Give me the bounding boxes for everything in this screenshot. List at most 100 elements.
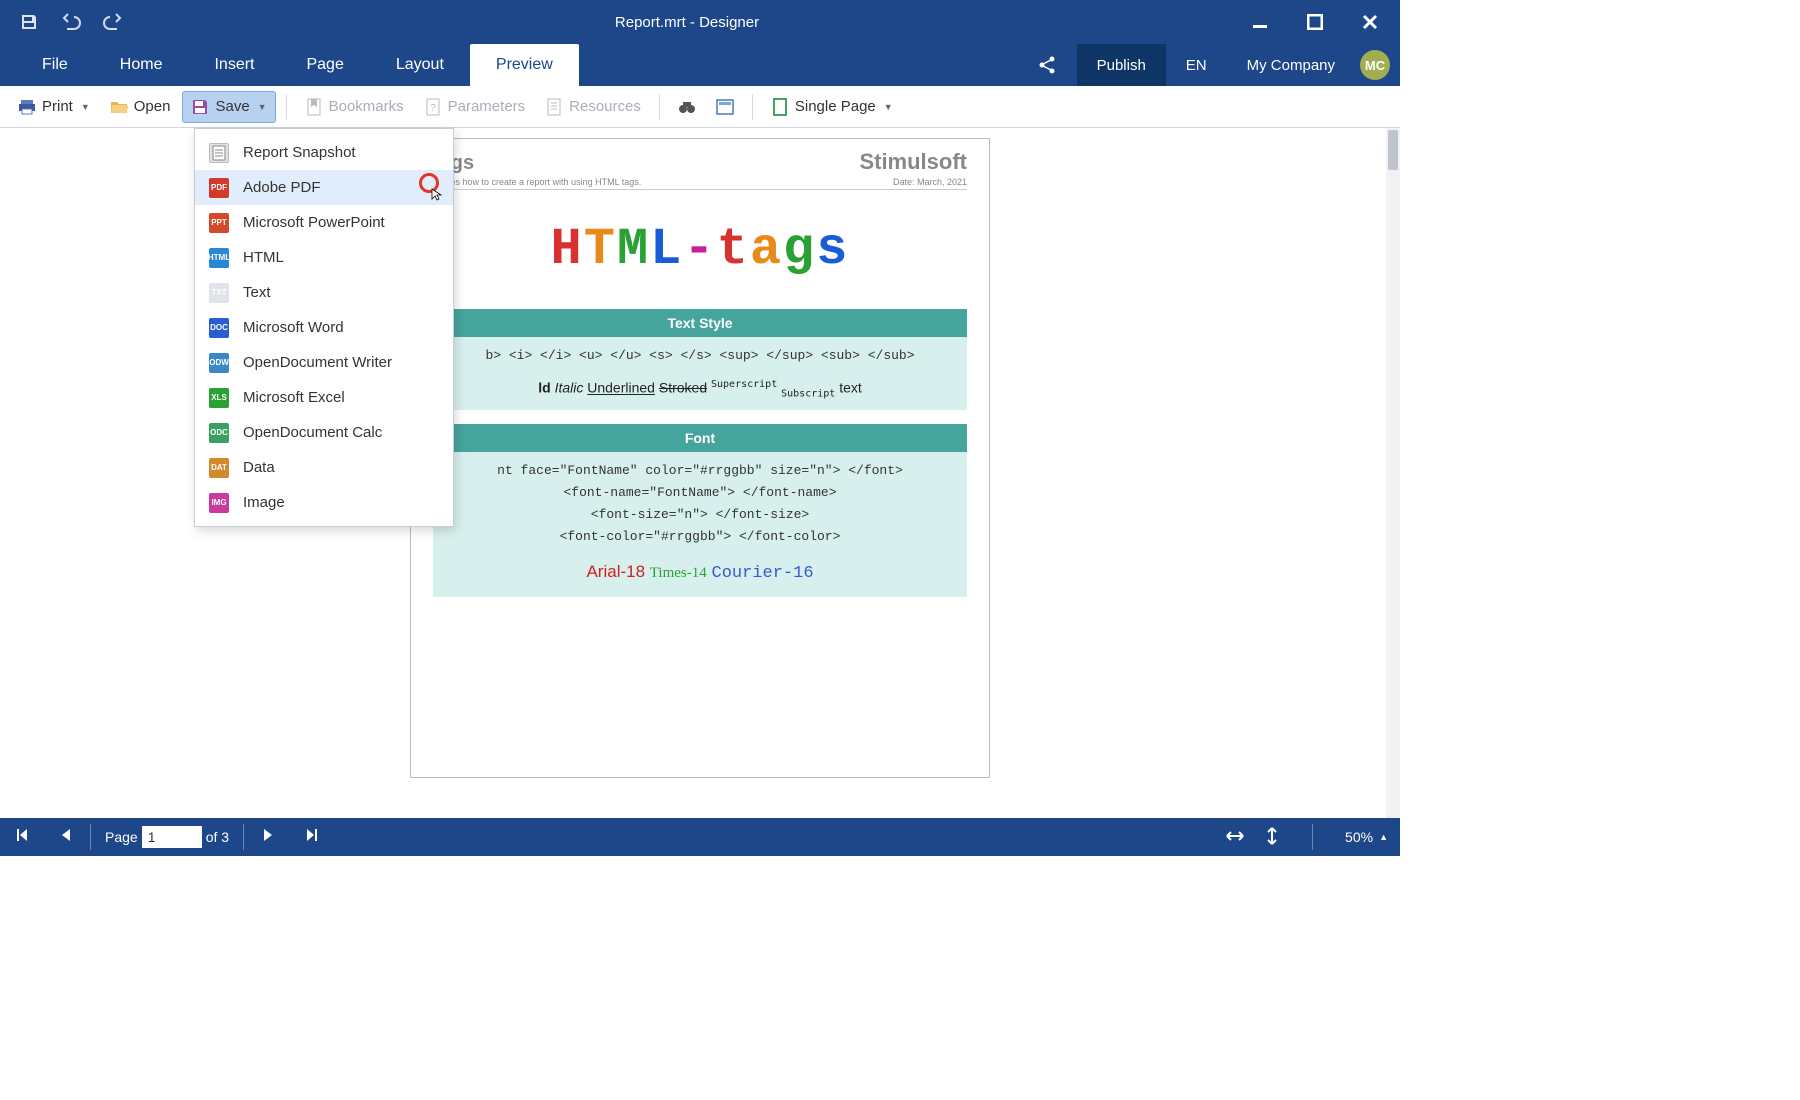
scrollbar-thumb[interactable] — [1388, 130, 1398, 170]
save-menu-item-odc[interactable]: ODC OpenDocument Calc — [195, 415, 453, 450]
parameters-icon: ? — [424, 98, 442, 116]
language-button[interactable]: EN — [1166, 44, 1227, 86]
fit-width-icon[interactable] — [1224, 828, 1246, 847]
report-subtitle-right: Date: March, 2021 — [893, 177, 967, 187]
save-menu-item-label: Microsoft Excel — [243, 389, 345, 406]
save-menu-item-label: Data — [243, 459, 275, 476]
save-menu-item-label: HTML — [243, 249, 284, 266]
resources-label: Resources — [569, 98, 641, 115]
save-button[interactable]: Save ▼ — [182, 91, 275, 123]
save-menu-item-odw[interactable]: ODW OpenDocument Writer — [195, 345, 453, 380]
single-page-icon — [771, 98, 789, 116]
ribbon-tabs: File Home Insert Page Layout Preview Pub… — [0, 44, 1400, 86]
single-page-button[interactable]: Single Page ▼ — [763, 91, 901, 123]
save-menu-item-label: Image — [243, 494, 285, 511]
section-text-style-codes: b> <i> </i> <u> </u> <s> </s> <sup> </su… — [433, 337, 967, 375]
doc-icon: DOC — [209, 318, 229, 338]
qat-save-icon[interactable] — [18, 11, 40, 33]
save-menu-item-label: Adobe PDF — [243, 179, 321, 196]
close-icon[interactable] — [1360, 12, 1380, 32]
parameters-label: Parameters — [448, 98, 526, 115]
last-page-button[interactable] — [302, 828, 322, 847]
save-menu-item-label: Microsoft PowerPoint — [243, 214, 385, 231]
save-menu-item-html[interactable]: HTMLHTML — [195, 240, 453, 275]
tab-preview[interactable]: Preview — [470, 44, 579, 86]
xls-icon: XLS — [209, 388, 229, 408]
odw-icon: ODW — [209, 353, 229, 373]
zoom-value: 50% — [1345, 829, 1373, 845]
chevron-down-icon: ▼ — [258, 102, 267, 112]
company-label[interactable]: My Company — [1227, 44, 1355, 86]
save-menu-item-xls[interactable]: XLS Microsoft Excel — [195, 380, 453, 415]
tab-insert[interactable]: Insert — [188, 44, 280, 86]
binoculars-icon — [678, 98, 696, 116]
separator — [286, 94, 287, 120]
tab-layout[interactable]: Layout — [370, 44, 470, 86]
save-menu-item-ppt[interactable]: PPT Microsoft PowerPoint — [195, 205, 453, 240]
dat-icon: DAT — [209, 458, 229, 478]
save-label: Save — [215, 98, 249, 115]
ppt-icon: PPT — [209, 213, 229, 233]
separator — [659, 94, 660, 120]
minimize-icon[interactable] — [1250, 12, 1270, 32]
share-icon[interactable] — [1017, 44, 1077, 86]
maximize-icon[interactable] — [1305, 12, 1325, 32]
page-number-input[interactable] — [142, 826, 202, 848]
section-font-header: Font — [433, 424, 967, 452]
bookmarks-label: Bookmarks — [329, 98, 404, 115]
tab-page[interactable]: Page — [280, 44, 369, 86]
bookmarks-button: Bookmarks — [297, 91, 412, 123]
save-menu-item-pdf[interactable]: PDFAdobe PDF — [195, 170, 453, 205]
txt-icon: TXT — [209, 283, 229, 303]
report-big-title: HTML-tags — [433, 220, 967, 279]
save-menu-item-label: OpenDocument Writer — [243, 354, 392, 371]
folder-open-icon — [110, 98, 128, 116]
bookmark-icon — [305, 98, 323, 116]
snapshot-icon — [209, 143, 229, 163]
tab-file[interactable]: File — [16, 44, 94, 86]
single-page-label: Single Page — [795, 98, 876, 115]
print-icon — [18, 98, 36, 116]
odc-icon: ODC — [209, 423, 229, 443]
save-menu-item-dat[interactable]: DAT Data — [195, 450, 453, 485]
editor-button[interactable] — [708, 91, 742, 123]
vertical-scrollbar[interactable] — [1386, 128, 1400, 818]
open-button[interactable]: Open — [102, 91, 179, 123]
tab-home[interactable]: Home — [94, 44, 189, 86]
save-menu-item-snapshot[interactable]: Report Snapshot — [195, 135, 453, 170]
publish-button[interactable]: Publish — [1077, 44, 1166, 86]
resources-button: Resources — [537, 91, 649, 123]
chevron-up-icon: ▲ — [1379, 832, 1388, 842]
save-menu-item-label: Text — [243, 284, 271, 301]
find-button[interactable] — [670, 91, 704, 123]
save-menu-item-label: OpenDocument Calc — [243, 424, 382, 441]
save-menu-item-txt[interactable]: TXT Text — [195, 275, 453, 310]
next-page-button[interactable] — [258, 828, 278, 847]
undo-icon[interactable] — [60, 11, 82, 33]
zoom-button[interactable]: 50% ▲ — [1345, 829, 1388, 845]
fit-height-icon[interactable] — [1264, 825, 1280, 850]
report-head-right: Stimulsoft — [859, 149, 967, 175]
separator — [243, 824, 244, 850]
save-menu-item-img[interactable]: IMGImage — [195, 485, 453, 520]
save-menu-item-label: Report Snapshot — [243, 144, 356, 161]
page-of-label: of 3 — [206, 829, 229, 845]
section-font-codes: nt face="FontName" color="#rrggbb" size=… — [433, 452, 967, 556]
status-bar: Page of 3 50% ▲ — [0, 818, 1400, 856]
section-text-style-demo: ld Italic Underlined Stroked Superscript… — [433, 375, 967, 409]
prev-page-button[interactable] — [56, 828, 76, 847]
window-title: Report.mrt - Designer — [124, 14, 1250, 31]
avatar[interactable]: MC — [1360, 50, 1390, 80]
page-label: Page — [105, 829, 138, 845]
editor-icon — [716, 98, 734, 116]
open-label: Open — [134, 98, 171, 115]
print-label: Print — [42, 98, 73, 115]
save-dropdown-menu: Report Snapshot PDFAdobe PDF PPT Microsoft … — [194, 128, 454, 527]
svg-text:?: ? — [430, 103, 436, 114]
save-menu-item-doc[interactable]: DOCMicrosoft Word — [195, 310, 453, 345]
separator — [1312, 824, 1313, 850]
first-page-button[interactable] — [12, 828, 32, 847]
section-text-style-header: Text Style — [433, 309, 967, 337]
print-button[interactable]: Print ▼ — [10, 91, 98, 123]
redo-icon[interactable] — [102, 11, 124, 33]
